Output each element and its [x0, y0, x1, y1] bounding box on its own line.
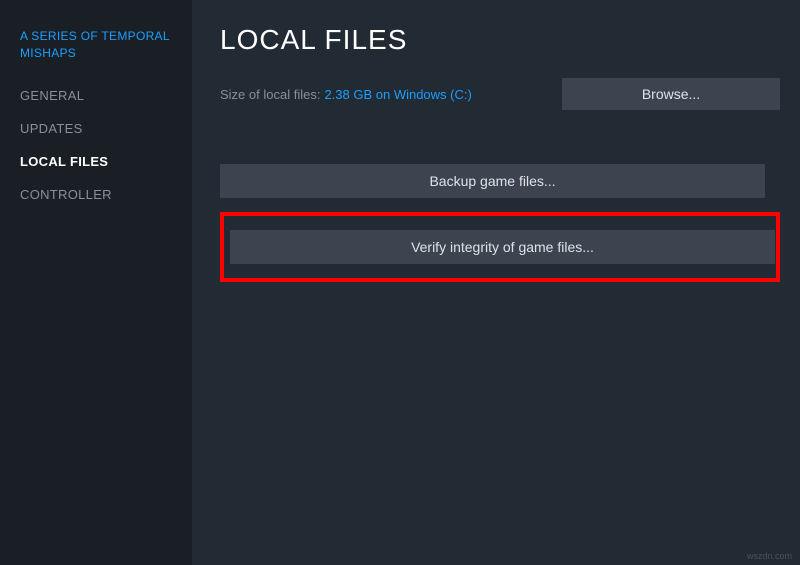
browse-button[interactable]: Browse...	[562, 78, 780, 110]
size-label: Size of local files:	[220, 87, 320, 102]
game-title: A SERIES OF TEMPORAL MISHAPS	[20, 28, 172, 62]
highlight-box: Verify integrity of game files...	[220, 212, 780, 282]
verify-integrity-button[interactable]: Verify integrity of game files...	[230, 230, 775, 264]
watermark: wszdn.com	[747, 551, 792, 561]
size-row: Size of local files: 2.38 GB on Windows …	[220, 78, 780, 110]
backup-game-files-button[interactable]: Backup game files...	[220, 164, 765, 198]
sidebar-item-controller[interactable]: CONTROLLER	[20, 187, 172, 202]
main-panel: LOCAL FILES Size of local files: 2.38 GB…	[192, 0, 800, 565]
sidebar-item-local-files[interactable]: LOCAL FILES	[20, 154, 172, 169]
size-value: 2.38 GB on Windows (C:)	[324, 87, 471, 102]
page-title: LOCAL FILES	[220, 24, 780, 56]
sidebar-item-general[interactable]: GENERAL	[20, 88, 172, 103]
sidebar-item-updates[interactable]: UPDATES	[20, 121, 172, 136]
sidebar: A SERIES OF TEMPORAL MISHAPS GENERAL UPD…	[0, 0, 192, 565]
